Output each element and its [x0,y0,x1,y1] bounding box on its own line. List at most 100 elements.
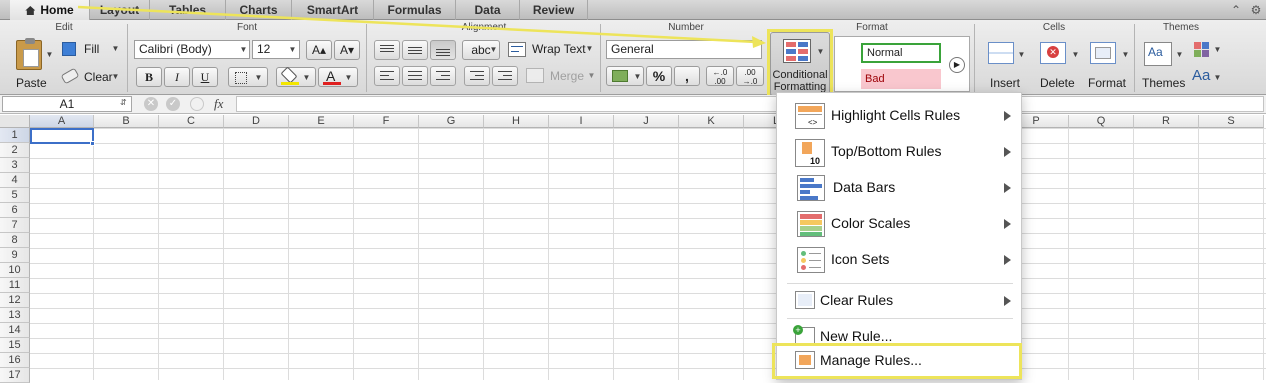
row-header-6[interactable]: 6 [0,203,30,218]
menu-label: Highlight Cells Rules [831,107,961,123]
column-header-k[interactable]: K [679,115,744,128]
theme-fonts-dropdown[interactable]: ▼ [1212,73,1223,82]
increase-indent-button[interactable] [492,66,518,86]
row-header-4[interactable]: 4 [0,173,30,188]
clear-label: Clear [84,70,113,84]
row-header-5[interactable]: 5 [0,188,30,203]
row-header-7[interactable]: 7 [0,218,30,233]
highlight-cells-rules-icon: <> [795,103,825,129]
menu-item-icon-sets[interactable]: Icon Sets [777,245,1023,275]
align-center-button[interactable] [402,66,428,86]
row-header-12[interactable]: 12 [0,293,30,308]
column-header-b[interactable]: B [94,115,159,128]
increase-decimal-button[interactable]: ←.0 .00 [706,66,734,86]
eraser-icon [60,67,80,85]
row-header-13[interactable]: 13 [0,308,30,323]
currency-button[interactable]: ▼ [606,66,644,86]
fill-color-button[interactable]: ▼ [276,66,316,87]
column-header-s[interactable]: S [1199,115,1264,128]
row-header-9[interactable]: 9 [0,248,30,263]
formula-separator [190,97,204,111]
worksheet-grid[interactable] [30,128,1266,380]
align-left-button[interactable] [374,66,400,86]
column-header-j[interactable]: J [614,115,679,128]
column-header-a[interactable]: A [30,115,94,128]
theme-fonts-button[interactable]: Aa [1192,67,1210,84]
menu-label: Icon Sets [831,251,890,267]
currency-icon [612,70,628,82]
decrease-indent-button[interactable] [464,66,490,86]
row-header-10[interactable]: 10 [0,263,30,278]
column-header-q[interactable]: Q [1069,115,1134,128]
menu-label: Data Bars [833,179,896,195]
submenu-arrow-icon [1004,219,1011,229]
bold-button[interactable]: B [136,67,162,87]
borders-icon [235,72,247,84]
percent-button[interactable]: % [646,66,672,86]
clear-button[interactable]: Clear ▼ [60,67,124,88]
column-header-f[interactable]: F [354,115,419,128]
top-bottom-rules-icon: 10 [795,139,825,167]
italic-button[interactable]: I [164,67,190,87]
menu-item-color-scales[interactable]: Color Scales [777,209,1023,239]
row-header-2[interactable]: 2 [0,143,30,158]
merge-icon [526,68,544,83]
style-bad[interactable]: Bad [861,69,941,89]
column-header-e[interactable]: E [289,115,354,128]
gridline [743,128,744,380]
gridline [548,128,549,380]
insert-function-button[interactable]: fx [214,96,223,112]
menu-label: Clear Rules [820,292,894,308]
decrease-decimal-button[interactable]: .00 →.0 [736,66,764,86]
corner-select-all[interactable] [0,115,30,128]
column-header-h[interactable]: H [484,115,549,128]
column-header-i[interactable]: I [549,115,614,128]
menu-separator [787,283,1013,284]
annotation-arrow [77,5,766,48]
column-header-c[interactable]: C [159,115,224,128]
font-color-dropdown[interactable]: ▼ [343,69,354,87]
font-color-button[interactable]: A ▼ [318,67,358,87]
comma-button[interactable]: , [674,66,700,86]
gridline [483,128,484,380]
row-header-8[interactable]: 8 [0,233,30,248]
row-header-1[interactable]: 1 [0,128,30,143]
underline-button[interactable]: U [192,67,218,87]
row-header-3[interactable]: 3 [0,158,30,173]
fill-color-dropdown[interactable]: ▼ [301,69,312,87]
fill-handle[interactable] [90,141,95,146]
format-cells-label: Format [1088,76,1127,90]
borders-dropdown[interactable]: ▼ [253,69,264,87]
clear-dropdown[interactable]: ▼ [110,72,121,81]
row-header-16[interactable]: 16 [0,353,30,368]
column-header-g[interactable]: G [419,115,484,128]
column-header-d[interactable]: D [224,115,289,128]
row-header-17[interactable]: 17 [0,368,30,383]
gridline [613,128,614,380]
borders-button[interactable]: ▼ [228,67,268,87]
merge-button[interactable]: Merge ▼ [524,66,596,86]
fill-color-bar [281,82,299,85]
menu-item-data-bars[interactable]: Data Bars [777,173,1023,203]
currency-dropdown[interactable]: ▼ [632,68,643,86]
menu-item-top-bottom-rules[interactable]: 10 Top/Bottom Rules [777,137,1023,167]
selected-cell-a1[interactable] [30,128,94,144]
merge-dropdown[interactable]: ▼ [586,71,597,80]
cancel-icon[interactable]: ✕ [144,97,158,111]
formula-input[interactable] [236,96,1264,112]
row-header-11[interactable]: 11 [0,278,30,293]
name-box-stepper-icon[interactable]: ⇵ [120,98,127,107]
name-box[interactable]: A1 [2,96,132,112]
color-scales-icon [797,211,825,237]
column-header-r[interactable]: R [1134,115,1199,128]
align-right-button[interactable] [430,66,456,86]
gridline [1068,128,1069,380]
enter-icon[interactable]: ✓ [166,97,180,111]
clear-rules-icon [795,291,815,309]
menu-label: Top/Bottom Rules [831,143,942,159]
row-header-14[interactable]: 14 [0,323,30,338]
row-header-15[interactable]: 15 [0,338,30,353]
menu-item-clear-rules[interactable]: Clear Rules [777,289,1023,313]
submenu-arrow-icon [1004,183,1011,193]
menu-item-highlight-cells-rules[interactable]: <> Highlight Cells Rules [777,101,1023,131]
